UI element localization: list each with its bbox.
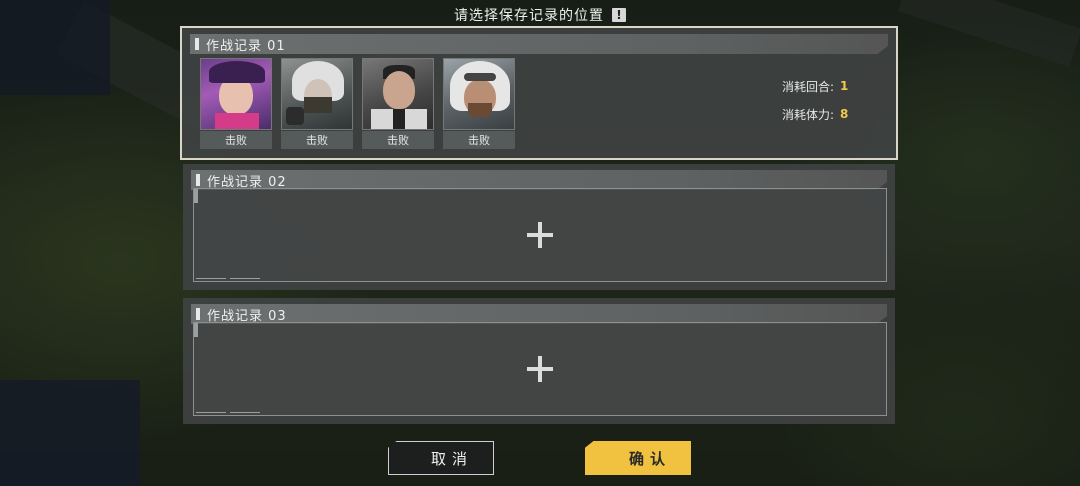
stamina-used-label: 消耗体力: (781, 107, 834, 122)
dialog-title-row: 请选择保存记录的位置 ! (0, 4, 1080, 26)
confirm-button-label: 确认 (628, 449, 671, 468)
confirm-button[interactable]: 确认 (585, 441, 691, 475)
stamina-used-value: 8 (840, 107, 849, 121)
save-slot-02[interactable]: 作战记录 02 (183, 164, 895, 290)
stamina-used-row: 消耗体力: 8 (738, 100, 858, 128)
character-portrait-white-hair-mask-icon (281, 58, 353, 130)
empty-slot-area[interactable] (193, 188, 887, 282)
character-card: 击败 (281, 58, 353, 149)
save-slot-03[interactable]: 作战记录 03 (183, 298, 895, 424)
plus-icon[interactable] (527, 222, 553, 248)
dialog-title: 请选择保存记录的位置 (454, 8, 604, 24)
info-icon[interactable]: ! (612, 8, 626, 22)
slot-header: 作战记录 01 (190, 34, 888, 54)
character-card: 击败 (200, 58, 272, 149)
character-card: 击败 (443, 58, 515, 149)
character-list: 击败 击败 击败 击败 (200, 58, 515, 149)
turns-used-row: 消耗回合: 1 (738, 72, 858, 100)
slot-stats: 消耗回合: 1 消耗体力: 8 (738, 72, 858, 128)
character-portrait-purple-hair-icon (200, 58, 272, 130)
cancel-button-label: 取消 (430, 449, 473, 468)
character-portrait-suited-man-icon (362, 58, 434, 130)
plus-icon[interactable] (527, 356, 553, 382)
status-defeated: 击败 (200, 131, 272, 149)
slot-header: 作战记录 03 (191, 304, 887, 324)
save-slot-01[interactable]: 作战记录 01 击败 击败 击败 击败 消耗回合: 1 消耗体力: 8 (180, 26, 898, 160)
slot-header: 作战记录 02 (191, 170, 887, 190)
turns-used-label: 消耗回合: (781, 79, 834, 94)
status-defeated: 击败 (362, 131, 434, 149)
status-defeated: 击败 (443, 131, 515, 149)
empty-slot-area[interactable] (193, 322, 887, 416)
status-defeated: 击败 (281, 131, 353, 149)
slot-label: 作战记录 01 (206, 39, 286, 54)
character-portrait-hooded-goggles-icon (443, 58, 515, 130)
turns-used-value: 1 (840, 79, 849, 93)
cancel-button[interactable]: 取消 (388, 441, 494, 475)
character-card: 击败 (362, 58, 434, 149)
